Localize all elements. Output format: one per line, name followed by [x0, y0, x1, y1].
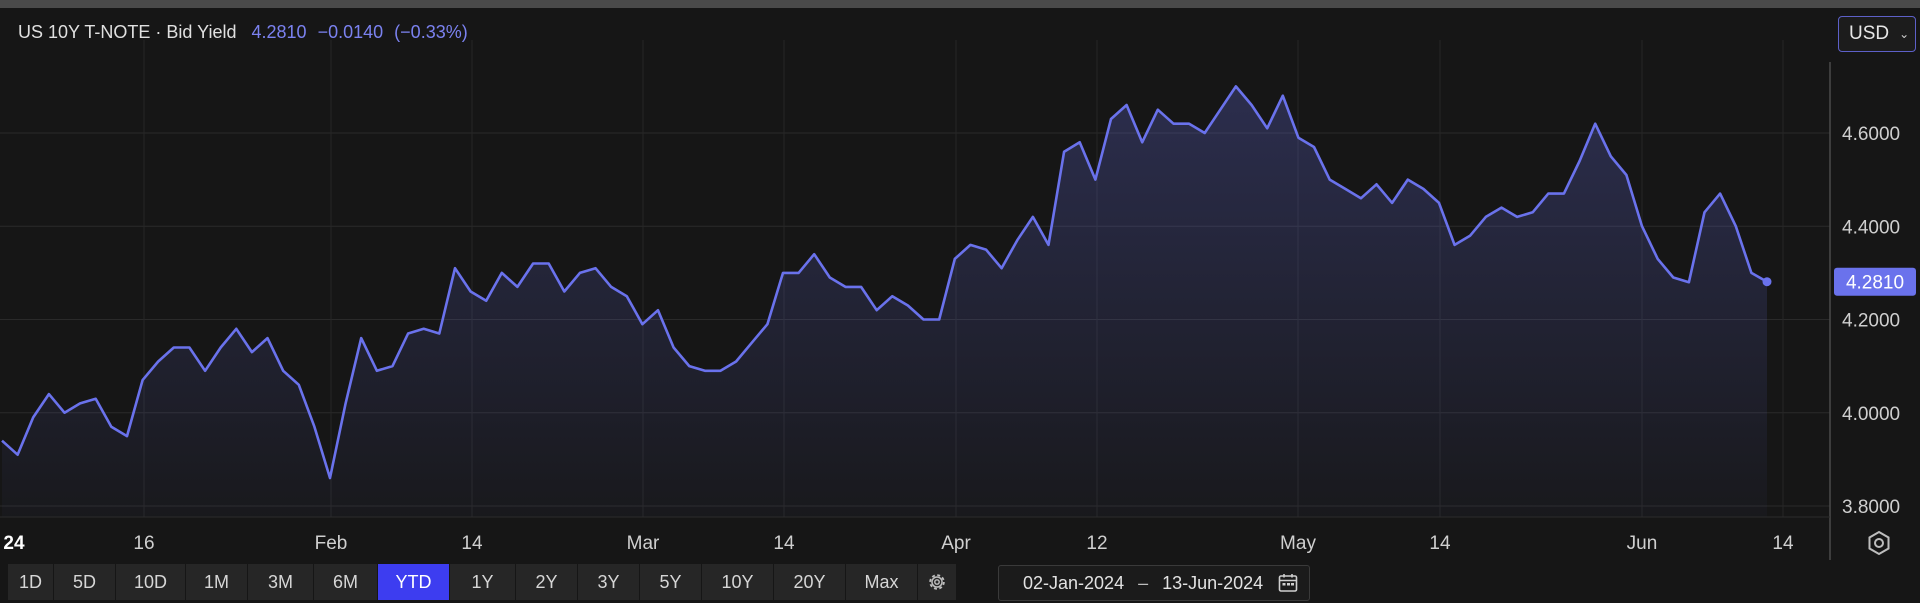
timeframe-button-3m[interactable]: 3M: [248, 564, 314, 600]
header-separator: ·: [155, 22, 162, 42]
timeframe-label: 10D: [133, 571, 168, 592]
timeframe-label: 10Y: [721, 571, 754, 592]
date-range-separator: –: [1138, 572, 1149, 593]
timeframe-label: 1D: [18, 571, 42, 592]
y-tick-label: 4.2000: [1842, 311, 1900, 332]
timeframe-toolbar: 1D 5D 10D 1M 3M 6M YTD 1Y 2Y 3Y 5Y 10Y 2…: [8, 564, 956, 600]
date-range-picker[interactable]: 02-Jan-2024 – 13-Jun-2024: [998, 565, 1310, 601]
change-value: −0.0140: [317, 22, 384, 42]
yield-chart[interactable]: 3.8000 4.0000 4.2000 4.4000 4.6000 24 16 Feb 14…: [0, 0, 1920, 560]
last-point-marker: [1762, 277, 1772, 287]
timeframe-label: 20Y: [793, 571, 826, 592]
currency-select[interactable]: USD ⌄: [1838, 16, 1916, 52]
y-tick-label: 3.8000: [1842, 497, 1900, 518]
x-tick-label: Feb: [315, 533, 348, 554]
x-tick-label: 14: [1772, 533, 1794, 554]
timeframe-button-10d[interactable]: 10D: [116, 564, 186, 600]
timeframe-button-5y[interactable]: 5Y: [640, 564, 702, 600]
timeframe-button-1d[interactable]: 1D: [8, 564, 54, 600]
x-tick-label: 14: [461, 533, 483, 554]
timeframe-label: 1Y: [471, 571, 494, 592]
field-name: Bid Yield: [166, 22, 237, 42]
x-tick-label: 14: [773, 533, 795, 554]
timeframe-button-20y[interactable]: 20Y: [774, 564, 846, 600]
timeframe-button-10y[interactable]: 10Y: [702, 564, 774, 600]
timeframe-button-1m[interactable]: 1M: [186, 564, 248, 600]
instrument-name: US 10Y T-NOTE: [18, 22, 151, 42]
x-tick-label: 24: [3, 533, 25, 554]
y-tick-label: 4.4000: [1842, 217, 1900, 238]
timeframe-button-5d[interactable]: 5D: [54, 564, 116, 600]
date-range-start: 02-Jan-2024: [1023, 572, 1125, 593]
timeframe-label: 2Y: [535, 571, 558, 592]
y-tick-label: 4.6000: [1842, 124, 1900, 145]
timeframe-button-ytd[interactable]: YTD: [378, 564, 450, 600]
x-tick-label: 14: [1429, 533, 1451, 554]
timeframe-button-1y[interactable]: 1Y: [450, 564, 516, 600]
y-tick-label: 4.0000: [1842, 404, 1900, 425]
timeframe-label: 3Y: [597, 571, 620, 592]
x-tick-label: May: [1280, 533, 1316, 554]
x-tick-label: 12: [1086, 533, 1107, 554]
timeframe-button-2y[interactable]: 2Y: [516, 564, 578, 600]
chart-settings-icon[interactable]: [1862, 526, 1896, 560]
change-percent: (−0.33%): [394, 22, 468, 42]
gear-icon[interactable]: [918, 564, 956, 600]
timeframe-label: Max: [864, 571, 899, 592]
x-axis-labels: 24 16 Feb 14 Mar 14 Apr 12 May 14 Jun 14: [3, 533, 1794, 554]
last-value-label: 4.2810: [1834, 267, 1916, 296]
timeframe-button-6m[interactable]: 6M: [314, 564, 378, 600]
y-axis-labels: 3.8000 4.0000 4.2000 4.4000 4.6000: [1842, 124, 1900, 518]
timeframe-label: 1M: [203, 571, 229, 592]
calendar-icon[interactable]: [1277, 572, 1299, 594]
currency-value: USD: [1849, 23, 1890, 44]
last-value: 4.2810: [251, 22, 307, 42]
x-tick-label: Apr: [941, 533, 971, 554]
timeframe-button-max[interactable]: Max: [846, 564, 918, 600]
timeframe-button-3y[interactable]: 3Y: [578, 564, 640, 600]
timeframe-label: 5D: [72, 571, 96, 592]
x-tick-label: Jun: [1627, 533, 1658, 554]
last-value-text: 4.2810: [1846, 273, 1904, 294]
timeframe-label: 3M: [267, 571, 293, 592]
timeframe-label: YTD: [395, 571, 432, 592]
chart-header: US 10Y T-NOTE · Bid Yield 4.2810 −0.0140…: [18, 22, 474, 43]
timeframe-label: 5Y: [659, 571, 682, 592]
timeframe-label: 6M: [332, 571, 358, 592]
x-tick-label: Mar: [627, 533, 660, 554]
chevron-down-icon: ⌄: [1899, 27, 1910, 41]
x-tick-label: 16: [133, 533, 154, 554]
date-range-end: 13-Jun-2024: [1162, 572, 1264, 593]
